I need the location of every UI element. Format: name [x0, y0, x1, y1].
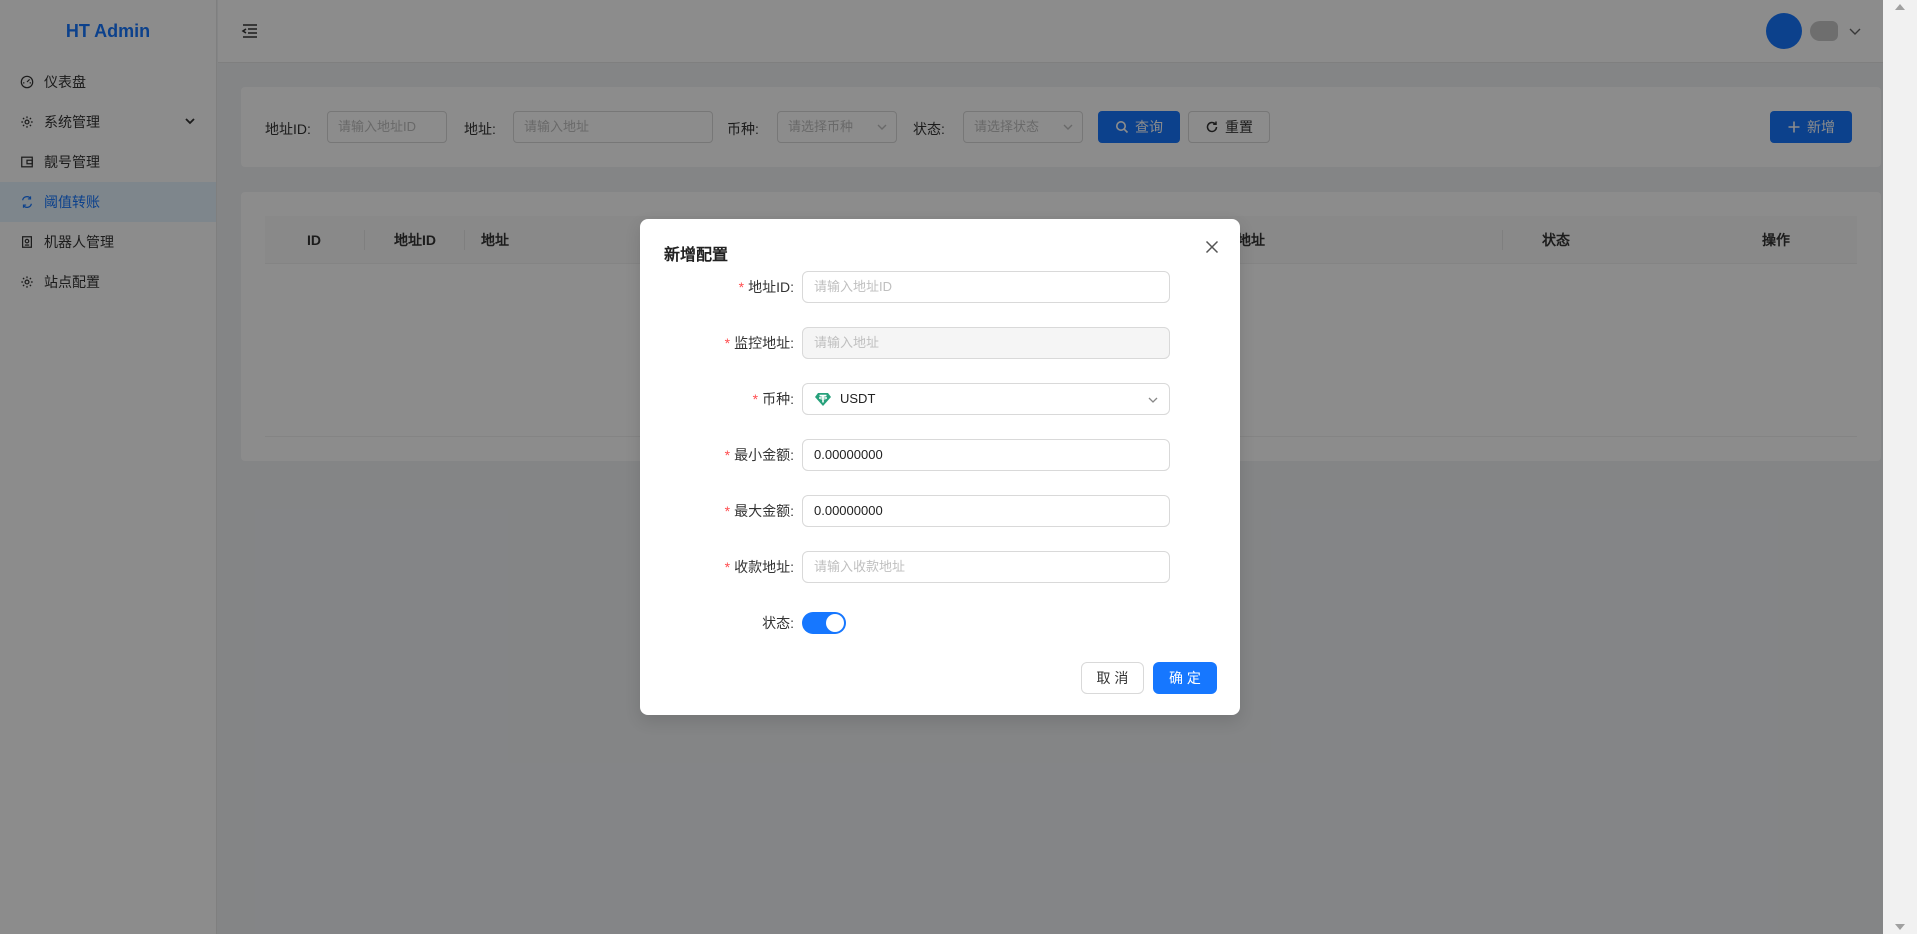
- form-row-min-amount: * 最小金额: 0.00000000: [640, 439, 1240, 471]
- scroll-down-icon[interactable]: [1895, 924, 1905, 930]
- confirm-button[interactable]: 确 定: [1153, 662, 1217, 694]
- max-amount-label-text: 最大金额:: [734, 503, 794, 519]
- form-row-coin: * 币种: USDT: [640, 383, 1240, 415]
- required-mark: *: [724, 447, 731, 463]
- min-amount-label-text: 最小金额:: [734, 447, 794, 463]
- required-mark: *: [724, 335, 731, 351]
- chevron-down-icon: [1148, 397, 1158, 403]
- coin-label-text: 币种:: [762, 391, 794, 407]
- status-label: 状态:: [762, 615, 794, 631]
- required-mark: *: [724, 559, 731, 575]
- coin-label: * 币种:: [753, 383, 794, 415]
- receive-address-label: * 收款地址:: [725, 551, 794, 583]
- address-id-input[interactable]: 请输入地址ID: [802, 271, 1170, 303]
- required-mark: *: [724, 503, 731, 519]
- form-row-address-id: * 地址ID: 请输入地址ID: [640, 271, 1240, 303]
- min-amount-input[interactable]: 0.00000000: [802, 439, 1170, 471]
- scroll-up-icon[interactable]: [1895, 4, 1905, 10]
- monitor-address-label-text: 监控地址:: [734, 335, 794, 351]
- required-mark: *: [752, 391, 759, 407]
- monitor-address-input: 请输入地址: [802, 327, 1170, 359]
- form-row-max-amount: * 最大金额: 0.00000000: [640, 495, 1240, 527]
- usdt-icon: [815, 392, 831, 406]
- scrollbar[interactable]: [1883, 0, 1917, 934]
- form-row-status: 状态:: [640, 607, 1240, 639]
- address-id-label-text: 地址ID:: [748, 279, 794, 295]
- status-switch[interactable]: [802, 612, 846, 634]
- close-icon[interactable]: [1204, 239, 1220, 255]
- form-row-receive-address: * 收款地址: 请输入收款地址: [640, 551, 1240, 583]
- modal-title: 新增配置: [664, 247, 729, 264]
- receive-address-label-text: 收款地址:: [734, 559, 794, 575]
- max-amount-label: * 最大金额:: [725, 495, 794, 527]
- add-config-modal: 新增配置 * 地址ID: 请输入地址ID * 监控地址: 请输入地址 * 币种: US…: [640, 219, 1240, 715]
- required-mark: *: [738, 279, 745, 295]
- coin-select[interactable]: USDT: [802, 383, 1170, 415]
- coin-selected-value: USDT: [840, 391, 876, 406]
- cancel-button[interactable]: 取 消: [1081, 662, 1144, 694]
- max-amount-input[interactable]: 0.00000000: [802, 495, 1170, 527]
- receive-address-input[interactable]: 请输入收款地址: [802, 551, 1170, 583]
- min-amount-label: * 最小金额:: [725, 439, 794, 471]
- switch-knob: [826, 614, 844, 632]
- form-row-monitor-address: * 监控地址: 请输入地址: [640, 327, 1240, 359]
- address-id-label: * 地址ID:: [739, 271, 794, 303]
- monitor-address-label: * 监控地址:: [725, 327, 794, 359]
